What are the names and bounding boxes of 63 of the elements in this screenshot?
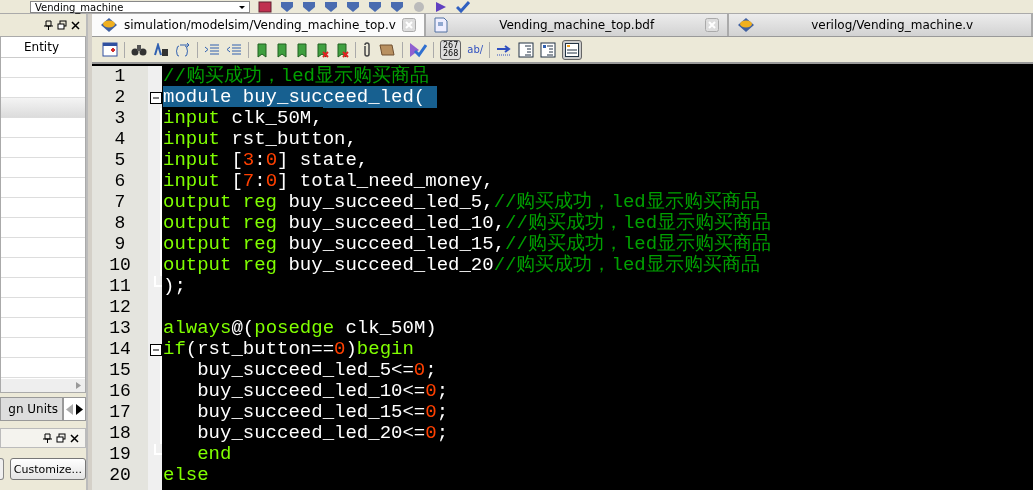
close-icon[interactable] bbox=[70, 433, 79, 443]
line-number: 13 bbox=[108, 318, 132, 339]
line-number: 5 bbox=[113, 150, 127, 171]
line-number: 8 bbox=[113, 213, 127, 234]
arrow-right-icon[interactable] bbox=[496, 42, 513, 57]
fold-end-line bbox=[154, 444, 162, 455]
scroll-right-icon[interactable] bbox=[76, 382, 81, 389]
line-number: 7 bbox=[113, 192, 127, 213]
restore-icon[interactable] bbox=[57, 20, 67, 30]
bookmark-icon[interactable] bbox=[255, 41, 269, 58]
project-combo[interactable]: Vending_machine bbox=[30, 0, 250, 13]
paperclip-icon[interactable] bbox=[362, 41, 372, 58]
column-header[interactable]: Entity bbox=[1, 37, 85, 58]
line-numbers-button[interactable]: 267 268 bbox=[440, 39, 462, 60]
line-number: 4 bbox=[113, 129, 127, 150]
fold-end-line bbox=[154, 276, 162, 287]
tab-close-icon[interactable] bbox=[401, 18, 416, 32]
line-number: 20 bbox=[108, 465, 132, 486]
check-icon[interactable] bbox=[456, 0, 470, 13]
line-number: 19 bbox=[108, 444, 132, 465]
binoculars-icon[interactable] bbox=[131, 42, 147, 57]
line-number: 15 bbox=[108, 360, 132, 381]
checkmark-icon[interactable] bbox=[409, 41, 427, 58]
line-number: 14 bbox=[108, 339, 132, 360]
restore-icon[interactable] bbox=[56, 433, 66, 443]
fold-toggle-icon[interactable] bbox=[150, 91, 162, 104]
replace-icon[interactable] bbox=[153, 42, 169, 57]
window-icon[interactable] bbox=[102, 42, 118, 57]
line-number: 18 bbox=[108, 423, 132, 444]
customize-button[interactable]: Customize... bbox=[9, 458, 86, 480]
line-number: 1 bbox=[113, 66, 127, 87]
editor-tab[interactable]: verilog/Vending_machine.v bbox=[729, 14, 1033, 36]
editor-tab[interactable]: simulation/modelsim/Vending_machine_top.v bbox=[92, 14, 426, 36]
line-number: 11 bbox=[108, 276, 132, 297]
tab-right-icon[interactable] bbox=[76, 403, 83, 415]
indent-icon[interactable] bbox=[204, 42, 220, 57]
line-number: 10 bbox=[108, 255, 132, 276]
outdent-icon[interactable] bbox=[226, 42, 242, 57]
line-number: 17 bbox=[108, 402, 132, 423]
close-icon[interactable] bbox=[71, 20, 80, 30]
pin-icon[interactable] bbox=[43, 433, 52, 443]
fold-toggle-icon[interactable] bbox=[150, 343, 162, 356]
pin-icon[interactable] bbox=[44, 20, 53, 30]
line-number: 2 bbox=[113, 87, 127, 108]
line-number: 16 bbox=[108, 381, 132, 402]
bookmark-icon[interactable] bbox=[275, 41, 289, 58]
line-number: 9 bbox=[113, 234, 127, 255]
editor-tab[interactable]: Vending_machine_top.bdf bbox=[425, 14, 730, 36]
line-number: 6 bbox=[113, 171, 127, 192]
bookmark-icon[interactable] bbox=[295, 41, 309, 58]
document-icon bbox=[433, 17, 448, 33]
line-number: 12 bbox=[108, 297, 132, 318]
layout-button[interactable] bbox=[562, 39, 583, 60]
rename-button[interactable]: ab/ bbox=[467, 44, 484, 55]
tab-close-icon[interactable] bbox=[705, 18, 720, 32]
line-number: 3 bbox=[113, 108, 127, 129]
scroll-icon[interactable] bbox=[378, 42, 396, 57]
bookmark-icon[interactable] bbox=[335, 41, 349, 58]
list-icon[interactable] bbox=[518, 41, 535, 58]
bookmark-icon[interactable] bbox=[315, 41, 329, 58]
panel-tab[interactable]: gn Units bbox=[0, 397, 63, 421]
list-icon[interactable] bbox=[540, 41, 557, 58]
braces-icon[interactable] bbox=[175, 42, 191, 57]
